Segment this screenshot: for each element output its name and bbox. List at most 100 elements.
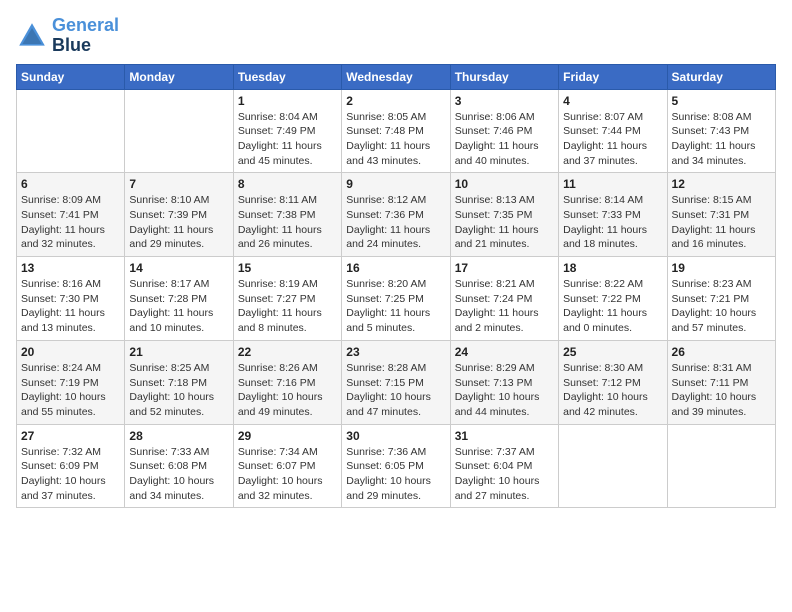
calendar-week-row: 1 Sunrise: 8:04 AM Sunset: 7:49 PM Daylig… (17, 89, 776, 173)
day-number: 6 (21, 177, 120, 191)
day-number: 11 (563, 177, 662, 191)
day-info: Sunrise: 8:25 AM Sunset: 7:18 PM Dayligh… (129, 361, 228, 420)
calendar-cell: 8 Sunrise: 8:11 AM Sunset: 7:38 PM Daylig… (233, 173, 341, 257)
calendar-cell (667, 424, 775, 508)
calendar-cell: 14 Sunrise: 8:17 AM Sunset: 7:28 PM Dayli… (125, 257, 233, 341)
calendar-cell (125, 89, 233, 173)
day-info: Sunrise: 8:31 AM Sunset: 7:11 PM Dayligh… (672, 361, 771, 420)
calendar-cell: 22 Sunrise: 8:26 AM Sunset: 7:16 PM Dayli… (233, 340, 341, 424)
calendar-cell: 7 Sunrise: 8:10 AM Sunset: 7:39 PM Daylig… (125, 173, 233, 257)
day-info: Sunrise: 8:09 AM Sunset: 7:41 PM Dayligh… (21, 193, 120, 252)
day-info: Sunrise: 8:20 AM Sunset: 7:25 PM Dayligh… (346, 277, 445, 336)
calendar-cell: 11 Sunrise: 8:14 AM Sunset: 7:33 PM Dayli… (559, 173, 667, 257)
calendar-week-row: 20 Sunrise: 8:24 AM Sunset: 7:19 PM Dayli… (17, 340, 776, 424)
calendar-cell (17, 89, 125, 173)
calendar-cell: 28 Sunrise: 7:33 AM Sunset: 6:08 PM Dayli… (125, 424, 233, 508)
calendar-body: 1 Sunrise: 8:04 AM Sunset: 7:49 PM Daylig… (17, 89, 776, 508)
calendar-cell (559, 424, 667, 508)
calendar-week-row: 27 Sunrise: 7:32 AM Sunset: 6:09 PM Dayli… (17, 424, 776, 508)
day-info: Sunrise: 8:29 AM Sunset: 7:13 PM Dayligh… (455, 361, 554, 420)
day-info: Sunrise: 8:10 AM Sunset: 7:39 PM Dayligh… (129, 193, 228, 252)
calendar-cell: 17 Sunrise: 8:21 AM Sunset: 7:24 PM Dayli… (450, 257, 558, 341)
day-info: Sunrise: 8:21 AM Sunset: 7:24 PM Dayligh… (455, 277, 554, 336)
calendar-table: SundayMondayTuesdayWednesdayThursdayFrid… (16, 64, 776, 509)
day-info: Sunrise: 8:14 AM Sunset: 7:33 PM Dayligh… (563, 193, 662, 252)
day-number: 4 (563, 94, 662, 108)
day-info: Sunrise: 7:37 AM Sunset: 6:04 PM Dayligh… (455, 445, 554, 504)
day-number: 31 (455, 429, 554, 443)
day-number: 13 (21, 261, 120, 275)
day-info: Sunrise: 8:16 AM Sunset: 7:30 PM Dayligh… (21, 277, 120, 336)
calendar-cell: 24Sunrise: 8:29 AM Sunset: 7:13 PM Dayli… (450, 340, 558, 424)
calendar-cell: 9 Sunrise: 8:12 AM Sunset: 7:36 PM Daylig… (342, 173, 450, 257)
calendar-cell: 3 Sunrise: 8:06 AM Sunset: 7:46 PM Daylig… (450, 89, 558, 173)
day-info: Sunrise: 8:28 AM Sunset: 7:15 PM Dayligh… (346, 361, 445, 420)
day-number: 8 (238, 177, 337, 191)
day-info: Sunrise: 8:11 AM Sunset: 7:38 PM Dayligh… (238, 193, 337, 252)
day-info: Sunrise: 8:06 AM Sunset: 7:46 PM Dayligh… (455, 110, 554, 169)
calendar-cell: 27 Sunrise: 7:32 AM Sunset: 6:09 PM Dayli… (17, 424, 125, 508)
day-info: Sunrise: 8:22 AM Sunset: 7:22 PM Dayligh… (563, 277, 662, 336)
day-info: Sunrise: 8:24 AM Sunset: 7:19 PM Dayligh… (21, 361, 120, 420)
day-number: 14 (129, 261, 228, 275)
day-info: Sunrise: 8:12 AM Sunset: 7:36 PM Dayligh… (346, 193, 445, 252)
calendar-header-cell: Monday (125, 64, 233, 89)
day-info: Sunrise: 8:26 AM Sunset: 7:16 PM Dayligh… (238, 361, 337, 420)
day-number: 20 (21, 345, 120, 359)
day-info: Sunrise: 7:34 AM Sunset: 6:07 PM Dayligh… (238, 445, 337, 504)
day-number: 19 (672, 261, 771, 275)
calendar-header-cell: Saturday (667, 64, 775, 89)
logo: General Blue (16, 16, 119, 56)
day-number: 9 (346, 177, 445, 191)
calendar-cell: 5Sunrise: 8:08 AM Sunset: 7:43 PM Daylig… (667, 89, 775, 173)
day-info: Sunrise: 7:33 AM Sunset: 6:08 PM Dayligh… (129, 445, 228, 504)
day-number: 7 (129, 177, 228, 191)
calendar-cell: 6 Sunrise: 8:09 AM Sunset: 7:41 PM Daylig… (17, 173, 125, 257)
calendar-cell: 12Sunrise: 8:15 AM Sunset: 7:31 PM Dayli… (667, 173, 775, 257)
day-info: Sunrise: 8:04 AM Sunset: 7:49 PM Dayligh… (238, 110, 337, 169)
logo-text: General Blue (52, 16, 119, 56)
calendar-header-cell: Friday (559, 64, 667, 89)
calendar-cell: 18Sunrise: 8:22 AM Sunset: 7:22 PM Dayli… (559, 257, 667, 341)
day-number: 3 (455, 94, 554, 108)
calendar-header-cell: Thursday (450, 64, 558, 89)
day-number: 5 (672, 94, 771, 108)
calendar-cell: 30Sunrise: 7:36 AM Sunset: 6:05 PM Dayli… (342, 424, 450, 508)
day-number: 15 (238, 261, 337, 275)
day-info: Sunrise: 7:32 AM Sunset: 6:09 PM Dayligh… (21, 445, 120, 504)
logo-icon (16, 20, 48, 52)
day-number: 16 (346, 261, 445, 275)
day-info: Sunrise: 8:23 AM Sunset: 7:21 PM Dayligh… (672, 277, 771, 336)
calendar-cell: 26 Sunrise: 8:31 AM Sunset: 7:11 PM Dayli… (667, 340, 775, 424)
calendar-header-cell: Wednesday (342, 64, 450, 89)
day-number: 10 (455, 177, 554, 191)
calendar-cell: 16 Sunrise: 8:20 AM Sunset: 7:25 PM Dayli… (342, 257, 450, 341)
calendar-week-row: 13 Sunrise: 8:16 AM Sunset: 7:30 PM Dayli… (17, 257, 776, 341)
day-info: Sunrise: 8:17 AM Sunset: 7:28 PM Dayligh… (129, 277, 228, 336)
calendar-header-cell: Sunday (17, 64, 125, 89)
calendar-header-row: SundayMondayTuesdayWednesdayThursdayFrid… (17, 64, 776, 89)
day-number: 17 (455, 261, 554, 275)
calendar-week-row: 6 Sunrise: 8:09 AM Sunset: 7:41 PM Daylig… (17, 173, 776, 257)
day-number: 29 (238, 429, 337, 443)
day-number: 22 (238, 345, 337, 359)
day-number: 23 (346, 345, 445, 359)
calendar-cell: 20 Sunrise: 8:24 AM Sunset: 7:19 PM Dayli… (17, 340, 125, 424)
day-number: 26 (672, 345, 771, 359)
day-number: 30 (346, 429, 445, 443)
day-number: 28 (129, 429, 228, 443)
day-info: Sunrise: 8:13 AM Sunset: 7:35 PM Dayligh… (455, 193, 554, 252)
calendar-cell: 2Sunrise: 8:05 AM Sunset: 7:48 PM Daylig… (342, 89, 450, 173)
page-header: General Blue (16, 16, 776, 56)
calendar-cell: 19 Sunrise: 8:23 AM Sunset: 7:21 PM Dayli… (667, 257, 775, 341)
calendar-cell: 25Sunrise: 8:30 AM Sunset: 7:12 PM Dayli… (559, 340, 667, 424)
day-info: Sunrise: 8:15 AM Sunset: 7:31 PM Dayligh… (672, 193, 771, 252)
day-number: 21 (129, 345, 228, 359)
calendar-cell: 13 Sunrise: 8:16 AM Sunset: 7:30 PM Dayli… (17, 257, 125, 341)
calendar-cell: 1 Sunrise: 8:04 AM Sunset: 7:49 PM Daylig… (233, 89, 341, 173)
calendar-cell: 10 Sunrise: 8:13 AM Sunset: 7:35 PM Dayli… (450, 173, 558, 257)
day-number: 27 (21, 429, 120, 443)
calendar-cell: 4Sunrise: 8:07 AM Sunset: 7:44 PM Daylig… (559, 89, 667, 173)
day-info: Sunrise: 8:19 AM Sunset: 7:27 PM Dayligh… (238, 277, 337, 336)
day-number: 1 (238, 94, 337, 108)
